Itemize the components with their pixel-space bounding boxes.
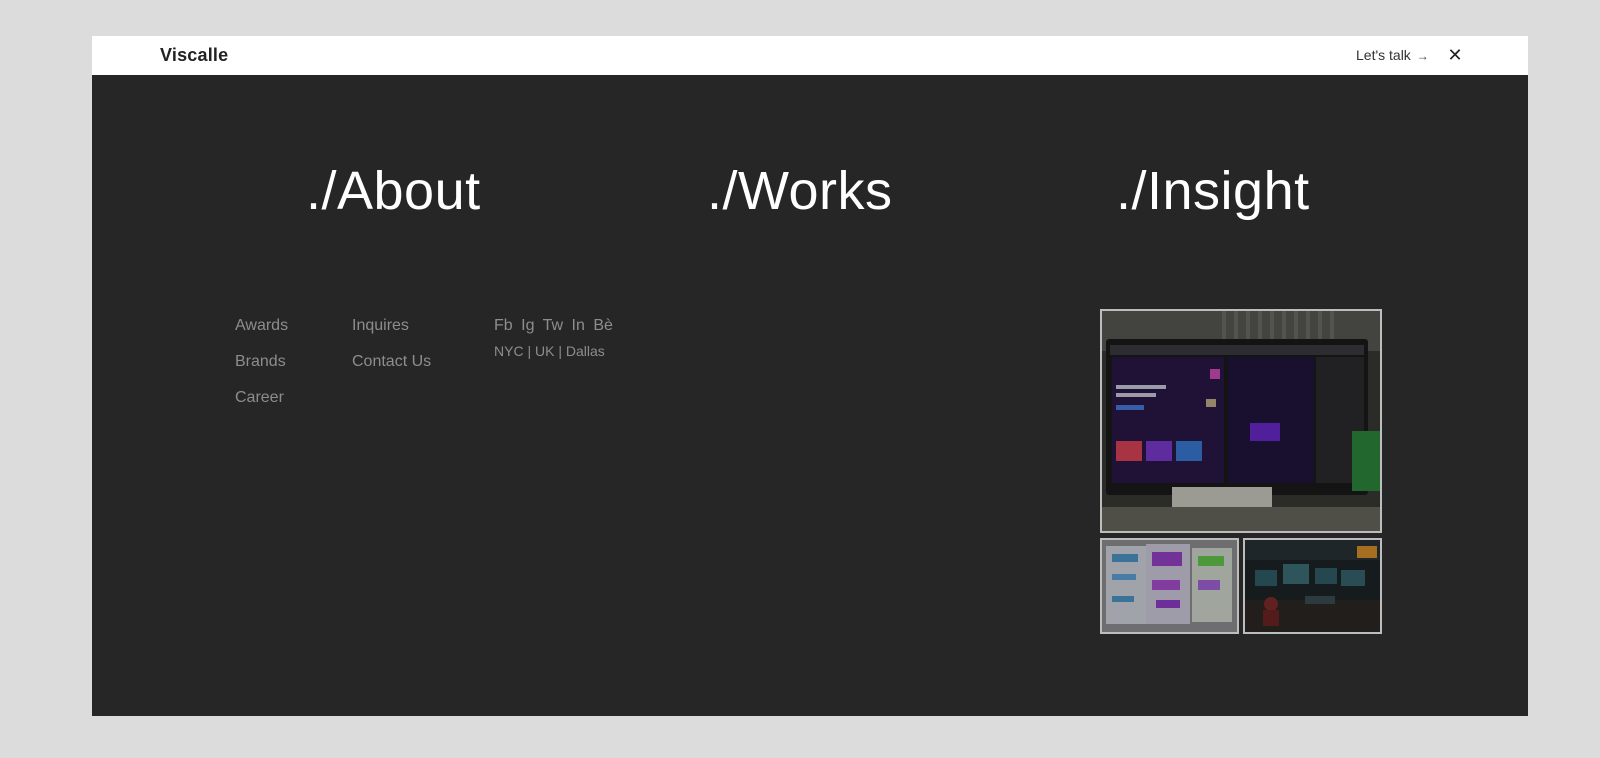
- career-link[interactable]: Career: [235, 389, 284, 407]
- nav-about-link[interactable]: ./About: [306, 164, 481, 218]
- lets-talk-link[interactable]: Let's talk →: [1356, 47, 1429, 63]
- arrow-right-icon: →: [1416, 49, 1429, 63]
- inquires-link[interactable]: Inquires: [352, 317, 409, 335]
- insight-photo-wireframes[interactable]: [1100, 538, 1239, 634]
- social-links: Fb Ig Tw In Bè: [494, 317, 617, 335]
- insight-photo-office[interactable]: [1243, 538, 1382, 634]
- insight-photo-workstation[interactable]: [1100, 309, 1382, 533]
- behance-link[interactable]: Bè: [593, 317, 613, 334]
- close-button[interactable]: ✕: [1446, 44, 1464, 66]
- office-locations: NYC | UK | Dallas: [494, 343, 605, 359]
- workstation-image: [1102, 311, 1380, 531]
- top-bar: Viscalle Let's talk → ✕: [92, 36, 1528, 75]
- awards-link[interactable]: Awards: [235, 317, 288, 335]
- lets-talk-label: Let's talk: [1356, 47, 1411, 63]
- close-icon: ✕: [1447, 45, 1463, 65]
- nav-insight-link[interactable]: ./Insight: [1116, 164, 1310, 218]
- brand-logo[interactable]: Viscalle: [160, 45, 228, 66]
- contact-us-link[interactable]: Contact Us: [352, 353, 431, 371]
- linkedin-link[interactable]: In: [572, 317, 585, 334]
- facebook-link[interactable]: Fb: [494, 317, 513, 334]
- menu-overlay: Viscalle Let's talk → ✕ ./About ./Works …: [92, 36, 1528, 716]
- twitter-link[interactable]: Tw: [543, 317, 563, 334]
- wireframes-image: [1102, 540, 1237, 632]
- nav-works-link[interactable]: ./Works: [707, 164, 893, 218]
- brands-link[interactable]: Brands: [235, 353, 286, 371]
- office-image: [1245, 540, 1380, 632]
- instagram-link[interactable]: Ig: [521, 317, 534, 334]
